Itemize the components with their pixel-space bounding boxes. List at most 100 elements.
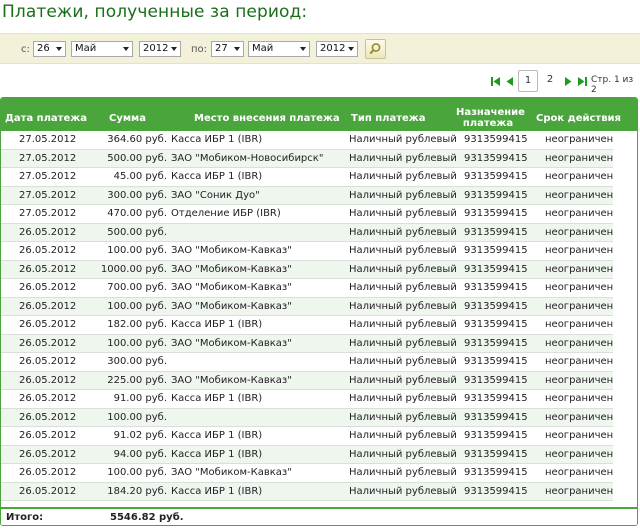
from-year-select[interactable]: 2012 (139, 41, 181, 57)
purpose-cell: 9313599415 (464, 245, 528, 256)
place-cell: ЗАО "Мобиком-Кавказ" (171, 300, 292, 312)
next-page-icon[interactable] (564, 77, 572, 86)
amount-cell: 91.00 руб. (113, 393, 167, 404)
amount-cell: 500.00 руб. (107, 152, 167, 164)
amount-cell: 182.00 руб. (107, 319, 167, 330)
table-row: 27.05.2012 500.00 руб. ЗАО "Мобиком-Новоси… (1, 149, 614, 168)
amount-cell: 100.00 руб. (107, 245, 167, 256)
last-page-icon[interactable] (576, 77, 587, 86)
purpose-cell: 9313599415 (464, 300, 528, 312)
first-page-icon[interactable] (491, 77, 502, 86)
type-cell: Наличный рублевый (349, 319, 457, 330)
place-cell: Касса ИБР 1 (IBR) (171, 393, 263, 404)
to-month-value: Май (252, 43, 274, 54)
amount-cell: 364.60 руб. (107, 134, 167, 145)
table-row: 26.05.2012 91.02 руб. Касса ИБР 1 (IBR) Нал… (1, 427, 613, 446)
page-title: Платежи, полученные за период: (2, 2, 308, 22)
table-row: 26.05.2012 500.00 руб. Наличный рублевый 93… (1, 223, 613, 242)
amount-cell: 300.00 руб. (107, 189, 167, 201)
chevron-down-icon (171, 47, 177, 51)
amount-cell: 100.00 руб. (107, 337, 167, 349)
type-cell: Наличный рублевый (349, 337, 457, 349)
purpose-cell: 9313599415 (464, 226, 528, 238)
page-2-link[interactable]: 2 (543, 70, 557, 92)
place-cell: Отделение ИБР (IBR) (171, 208, 281, 219)
prev-page-icon[interactable] (506, 77, 514, 86)
type-cell: Наличный рублевый (349, 226, 457, 238)
to-day-select[interactable]: 27 (211, 41, 244, 57)
expiry-cell: неограничен (545, 208, 614, 219)
place-cell: Касса ИБР 1 (IBR) (171, 134, 263, 145)
total-label: Итого: (6, 512, 44, 523)
amount-cell: 300.00 руб. (107, 356, 167, 367)
type-cell: Наличный рублевый (349, 411, 457, 423)
table-row: 26.05.2012 100.00 руб. ЗАО "Мобиком-Кавказ… (1, 334, 613, 353)
amount-cell: 45.00 руб. (113, 171, 167, 182)
table-row: 26.05.2012 94.00 руб. Касса ИБР 1 (IBR) Нал… (1, 445, 614, 464)
search-button[interactable] (365, 39, 386, 59)
col-type-header[interactable]: Тип платежа (351, 113, 425, 124)
type-cell: Наличный рублевый (349, 448, 457, 460)
col-date-header[interactable]: Дата платежа (5, 113, 87, 124)
to-year-select[interactable]: 2012 (316, 41, 358, 57)
from-month-select[interactable]: Май (71, 41, 133, 57)
table-footer: Итого: 5546.82 руб. (1, 507, 637, 525)
magnifier-icon (369, 43, 381, 55)
type-cell: Наличный рублевый (349, 189, 457, 201)
table-header: Дата платежа Сумма Место внесения платеж… (1, 98, 637, 131)
place-cell: Касса ИБР 1 (IBR) (171, 485, 263, 497)
expiry-cell: неограничен (545, 448, 614, 460)
to-year-value: 2012 (320, 43, 346, 54)
type-cell: Наличный рублевый (349, 374, 457, 386)
type-cell: Наличный рублевый (349, 430, 457, 441)
from-day-select[interactable]: 26 (33, 41, 66, 57)
page-info: Стр. 1 из 2 (591, 75, 634, 95)
amount-cell: 184.20 руб. (107, 485, 167, 497)
expiry-cell: неограничен (545, 152, 614, 164)
table-row: 26.05.2012 300.00 руб. Наличный рублевый 93… (1, 353, 613, 372)
place-cell: ЗАО "Мобиком-Новосибирск" (171, 152, 324, 164)
expiry-cell: неограничен (545, 189, 614, 201)
table-row: 26.05.2012 225.00 руб. ЗАО "Мобиком-Кавказ… (1, 371, 613, 390)
type-cell: Наличный рублевый (349, 152, 457, 164)
purpose-cell: 9313599415 (464, 448, 528, 460)
type-cell: Наличный рублевый (349, 171, 457, 182)
to-month-select[interactable]: Май (248, 41, 310, 57)
purpose-cell: 9313599415 (464, 208, 528, 219)
page-1-button[interactable]: 1 (518, 70, 538, 92)
type-cell: Наличный рублевый (349, 208, 457, 219)
chevron-down-icon (123, 47, 129, 51)
col-purpose-header[interactable]: Назначение платежа (456, 107, 525, 129)
amount-cell: 100.00 руб. (107, 467, 167, 478)
purpose-cell: 9313599415 (464, 374, 528, 386)
expiry-cell: неограничен (545, 263, 614, 275)
col-place-header[interactable]: Место внесения платежа (194, 113, 340, 124)
expiry-cell: неограничен (545, 171, 614, 182)
to-day-value: 27 (215, 43, 228, 54)
chevron-down-icon (348, 47, 354, 51)
table-row: 26.05.2012 91.00 руб. Касса ИБР 1 (IBR) Нал… (1, 390, 613, 409)
from-label: с: (21, 44, 30, 55)
amount-cell: 91.02 руб. (113, 430, 167, 441)
place-cell: ЗАО "Мобиком-Кавказ" (171, 263, 292, 275)
col-expiry-header[interactable]: Срок действия (536, 113, 621, 124)
purpose-cell: 9313599415 (464, 393, 528, 404)
table-row: 27.05.2012 300.00 руб. ЗАО "Соник Дуо" Нали… (1, 186, 614, 205)
place-cell: ЗАО "Мобиком-Кавказ" (171, 245, 292, 256)
col-amount-header[interactable]: Сумма (109, 113, 146, 124)
total-value: 5546.82 руб. (110, 512, 184, 523)
chevron-down-icon (300, 47, 306, 51)
expiry-cell: неограничен (545, 411, 614, 423)
type-cell: Наличный рублевый (349, 393, 457, 404)
from-month-value: Май (75, 43, 97, 54)
amount-cell: 470.00 руб. (107, 208, 167, 219)
amount-cell: 94.00 руб. (113, 448, 167, 460)
purpose-cell: 9313599415 (464, 411, 528, 423)
date-filter-bar: с: 26 Май 2012 по: 27 Май 2012 (0, 33, 640, 64)
chevron-down-icon (56, 47, 62, 51)
place-cell: Касса ИБР 1 (IBR) (171, 448, 263, 460)
to-label: по: (191, 44, 208, 55)
expiry-cell: неограничен (545, 356, 614, 367)
amount-cell: 700.00 руб. (107, 282, 167, 293)
purpose-cell: 9313599415 (464, 337, 528, 349)
